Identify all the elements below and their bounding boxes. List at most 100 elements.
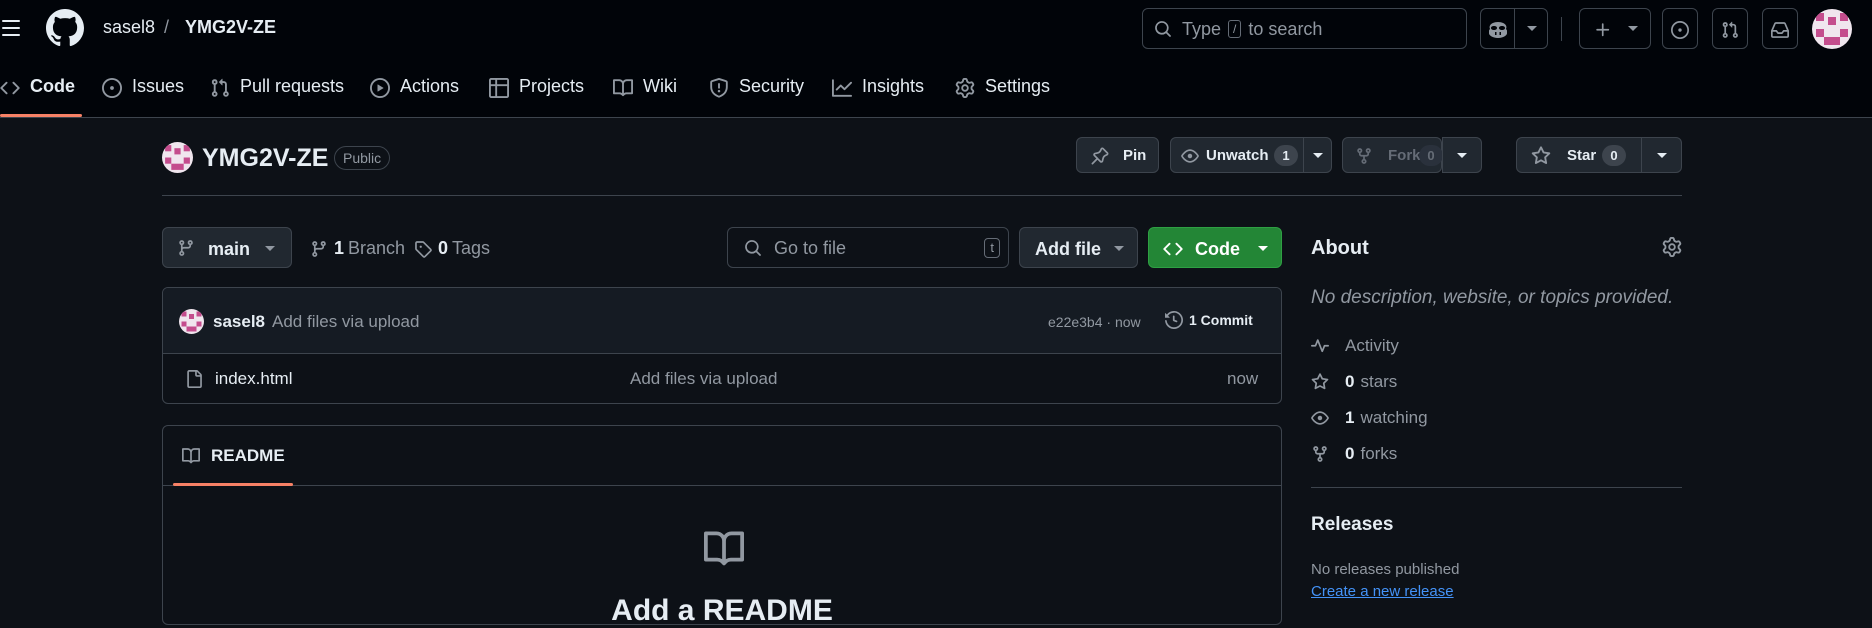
play-icon [370, 78, 390, 98]
sidebar-divider [1311, 487, 1682, 488]
readme-tab[interactable]: README [181, 446, 285, 466]
code-dropdown-button[interactable]: Code [1148, 227, 1282, 268]
button-split [1303, 138, 1304, 172]
inbox-icon [1771, 22, 1789, 38]
search-prefix: Type [1182, 19, 1222, 39]
commit-hash-time[interactable]: e22e3b4 · now [1048, 314, 1141, 330]
commits-history-link[interactable]: 1 Commit [1165, 311, 1253, 329]
activity-label: Activity [1345, 336, 1399, 355]
commit-author[interactable]: sasel8 [213, 312, 265, 332]
plus-icon [1596, 23, 1610, 37]
branch-select-button[interactable]: main [162, 227, 292, 268]
forks-label: forks [1360, 444, 1398, 463]
watching-link[interactable]: 1 watching [1311, 408, 1428, 428]
github-logo-icon[interactable] [46, 9, 84, 47]
go-to-file-input[interactable]: Go to file t [727, 227, 1009, 268]
tab-wiki-label: Wiki [643, 76, 677, 96]
tab-settings[interactable]: Settings [955, 76, 1050, 118]
shield-icon [710, 78, 728, 98]
go-to-file-shortcut: t [984, 238, 1000, 258]
file-name[interactable]: index.html [215, 369, 292, 389]
search-icon [745, 240, 761, 256]
releases-heading[interactable]: Releases [1311, 514, 1393, 536]
create-release-link[interactable]: Create a new release [1311, 583, 1454, 600]
pin-icon [1091, 147, 1109, 165]
breadcrumb-repo[interactable]: YMG2V-ZE [185, 17, 276, 38]
tab-pull-requests[interactable]: Pull requests [210, 76, 344, 118]
global-header: sasel8 / YMG2V-ZE Type / to search Code … [0, 0, 1872, 118]
unwatch-button[interactable]: Unwatch 1 [1170, 137, 1332, 173]
fork-icon [1357, 148, 1371, 164]
tab-insights[interactable]: Insights [832, 76, 924, 118]
eye-icon [1311, 411, 1329, 425]
copilot-dropdown-button[interactable] [1514, 8, 1548, 49]
pull-request-icon [211, 78, 229, 97]
commit-author-avatar[interactable] [179, 309, 204, 334]
tab-code[interactable]: Code [0, 76, 75, 118]
branch-name: main [208, 239, 251, 259]
code-button-label: Code [1195, 239, 1240, 259]
search-placeholder: Type / to search [1182, 19, 1322, 40]
repo-owner-avatar[interactable] [162, 142, 193, 173]
pull-request-icon [1722, 21, 1738, 38]
file-table: sasel8 Add files via upload e22e3b4 · no… [162, 287, 1282, 404]
menu-icon[interactable] [0, 14, 24, 42]
latest-commit-row: sasel8 Add files via upload e22e3b4 · no… [163, 288, 1281, 354]
tab-security[interactable]: Security [709, 76, 804, 118]
title-divider [162, 195, 1682, 196]
stars-count: 0 [1345, 372, 1355, 391]
star-count: 0 [1602, 145, 1626, 166]
history-icon [1165, 311, 1183, 329]
breadcrumb-owner[interactable]: sasel8 [103, 17, 155, 38]
gear-icon [955, 78, 975, 98]
branches-link[interactable]: 1 Branch [310, 238, 405, 259]
issues-header-button[interactable] [1662, 8, 1698, 49]
tags-label: Tags [452, 238, 491, 258]
star-button[interactable]: Star 0 [1516, 137, 1682, 173]
branch-icon [179, 240, 193, 256]
watching-count: 1 [1345, 408, 1355, 427]
chevron-down-icon [1114, 246, 1124, 251]
inbox-button[interactable] [1762, 8, 1798, 49]
tab-projects[interactable]: Projects [489, 76, 584, 118]
fork-button[interactable]: Fork 0 [1342, 137, 1443, 173]
code-icon [0, 81, 20, 95]
unwatch-label: Unwatch [1206, 147, 1269, 164]
repo-title[interactable]: YMG2V-ZE [202, 144, 328, 173]
star-icon [1311, 373, 1329, 390]
gear-icon[interactable] [1662, 237, 1682, 257]
forks-link[interactable]: 0 forks [1311, 444, 1397, 464]
fork-dropdown-button[interactable] [1442, 137, 1482, 173]
star-label: Star [1567, 147, 1597, 164]
fork-label: Fork [1388, 147, 1421, 164]
pin-button[interactable]: Pin [1076, 137, 1159, 173]
readme-tab-indicator [173, 483, 293, 486]
book-icon [704, 531, 745, 566]
commit-message[interactable]: Add files via upload [272, 312, 419, 332]
stars-link[interactable]: 0 stars [1311, 372, 1397, 392]
visibility-badge: Public [334, 146, 391, 170]
global-search-input[interactable]: Type / to search [1142, 8, 1467, 49]
copilot-button[interactable] [1480, 8, 1514, 49]
tab-issues[interactable]: Issues [102, 76, 184, 118]
file-time: now [1227, 369, 1259, 388]
file-commit-message[interactable]: Add files via upload [630, 369, 777, 389]
tag-icon [415, 240, 432, 258]
watching-label: watching [1360, 408, 1428, 427]
create-new-button[interactable] [1579, 8, 1651, 49]
pull-requests-header-button[interactable] [1712, 8, 1748, 49]
tab-actions[interactable]: Actions [370, 76, 459, 118]
tab-security-label: Security [739, 76, 805, 96]
branches-label: Branch [348, 238, 406, 258]
activity-link[interactable]: Activity [1311, 336, 1399, 356]
user-avatar[interactable] [1812, 9, 1852, 49]
fork-count: 0 [1419, 145, 1443, 166]
go-to-file-placeholder: Go to file [774, 238, 847, 258]
table-row[interactable]: index.html Add files via upload now [163, 354, 1281, 403]
add-file-button[interactable]: Add file [1019, 227, 1138, 268]
tab-wiki[interactable]: Wiki [613, 76, 677, 118]
search-shortcut-key: / [1228, 20, 1242, 38]
add-readme-heading: Add a README [611, 594, 833, 627]
tags-link[interactable]: 0 Tags [414, 238, 490, 259]
pin-label: Pin [1123, 147, 1147, 164]
